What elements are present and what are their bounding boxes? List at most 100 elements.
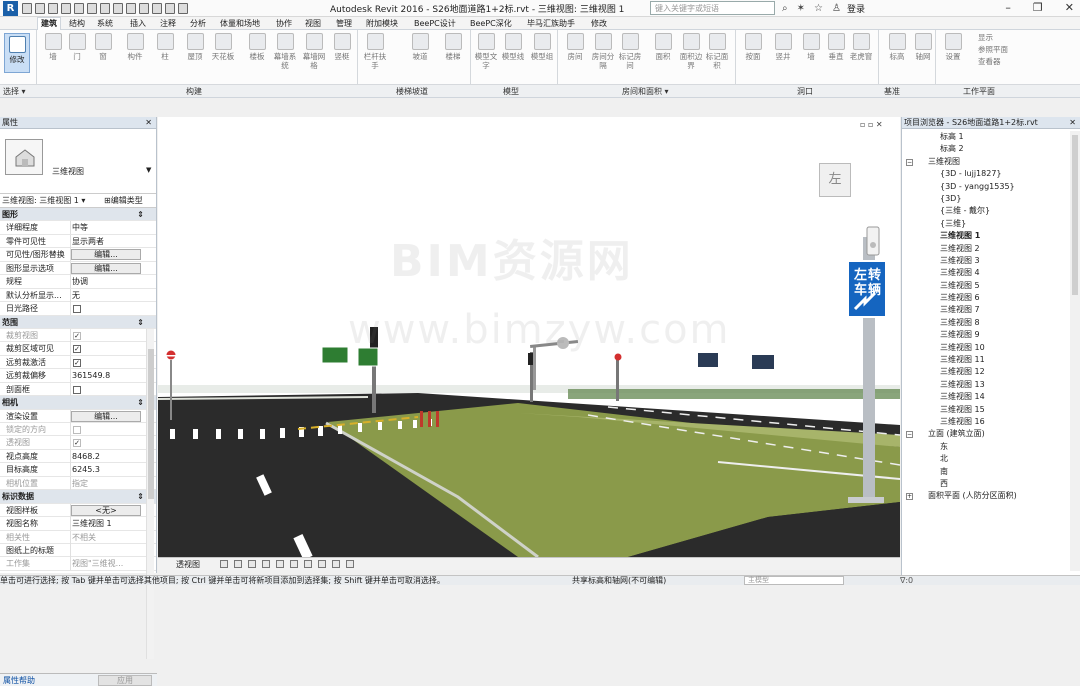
collapse-toggle-icon[interactable]: ⇕ bbox=[137, 490, 144, 503]
property-row[interactable]: 远剪裁激活 ✓ bbox=[0, 355, 156, 370]
property-value[interactable]: 361549.8 bbox=[72, 369, 110, 382]
browser-item[interactable]: 三维视图 16 bbox=[902, 416, 1080, 428]
checkbox[interactable]: ✓ bbox=[73, 358, 81, 367]
close-icon[interactable]: ✕ bbox=[1065, 0, 1074, 17]
browser-item[interactable]: 三维视图 6 bbox=[902, 292, 1080, 304]
browser-item[interactable]: {3D - yangg1535} bbox=[902, 181, 1080, 193]
thin-lines-icon[interactable] bbox=[165, 3, 175, 14]
ribbon-button-14[interactable]: 楼梯 bbox=[440, 33, 466, 61]
expand-toggle-icon[interactable]: − bbox=[906, 158, 913, 166]
ribbon-button-21[interactable]: 面积 bbox=[650, 33, 676, 61]
property-row[interactable]: 日光路径 bbox=[0, 302, 156, 316]
browser-item[interactable]: 三维视图 1 bbox=[902, 230, 1080, 242]
ribbon-button-33[interactable]: 参照平面 bbox=[978, 45, 1038, 54]
property-row[interactable]: 图纸上的标题 bbox=[0, 543, 156, 558]
ribbon-button-22[interactable]: 面积边界 bbox=[678, 33, 704, 70]
open-icon[interactable] bbox=[22, 3, 32, 14]
lock-icon[interactable] bbox=[332, 560, 340, 568]
ribbon-button-34[interactable]: 查看器 bbox=[978, 57, 1038, 66]
binoculars-icon[interactable]: ⌕ bbox=[782, 3, 788, 14]
edit-button[interactable]: 编辑... bbox=[71, 262, 141, 274]
star-icon[interactable]: ☆ bbox=[814, 3, 823, 14]
ribbon-button-17[interactable]: 模型组 bbox=[529, 33, 555, 61]
ribbon-button-15[interactable]: 模型文字 bbox=[473, 33, 499, 70]
property-row[interactable]: 详细程度 中等 bbox=[0, 221, 156, 235]
search-input[interactable]: 键入关键字或短语 bbox=[650, 1, 775, 15]
ribbon-button-31[interactable]: 设置 bbox=[940, 33, 966, 61]
property-value[interactable]: 三维视图 1 bbox=[72, 517, 112, 530]
tab-5[interactable]: 分析 bbox=[190, 18, 206, 29]
ribbon-group-0[interactable]: 选择 ▾ bbox=[3, 86, 26, 97]
ribbon-button-8[interactable]: 楼板 bbox=[244, 33, 270, 61]
ribbon-button-13[interactable]: 坡道 bbox=[407, 33, 433, 61]
ribbon-button-2[interactable]: 门 bbox=[64, 33, 90, 61]
ribbon-button-16[interactable]: 模型线 bbox=[500, 33, 526, 61]
browser-item[interactable]: {三维} bbox=[902, 218, 1080, 230]
property-row[interactable]: 视图样板 <无> bbox=[0, 503, 156, 518]
chevron-down-icon[interactable]: ▼ bbox=[146, 166, 151, 174]
tab-7[interactable]: 协作 bbox=[276, 18, 292, 29]
browser-item[interactable]: + 面积平面 (人防分区面积) bbox=[902, 490, 1080, 502]
browser-item[interactable]: 南 bbox=[902, 466, 1080, 478]
browser-item[interactable]: {3D - lujj1827} bbox=[902, 168, 1080, 180]
property-row[interactable]: 裁剪视图 ✓ bbox=[0, 328, 156, 343]
ribbon-button-9[interactable]: 幕墙系统 bbox=[272, 33, 298, 70]
ribbon-button-1[interactable]: 墙 bbox=[40, 33, 66, 61]
property-row[interactable]: 渲染设置 编辑... bbox=[0, 409, 156, 423]
ribbon-button-26[interactable]: 墙 bbox=[798, 33, 824, 61]
close-hidden-icon[interactable] bbox=[178, 3, 188, 14]
browser-item[interactable]: 三维视图 5 bbox=[902, 280, 1080, 292]
viewcube[interactable]: 左 bbox=[819, 163, 851, 197]
tab-14[interactable]: 修改 bbox=[591, 18, 607, 29]
print-icon[interactable] bbox=[87, 3, 97, 14]
browser-item[interactable]: 三维视图 9 bbox=[902, 329, 1080, 341]
property-value[interactable]: 6245.3 bbox=[72, 463, 100, 476]
ribbon-button-27[interactable]: 垂直 bbox=[823, 33, 849, 61]
browser-item[interactable]: 三维视图 10 bbox=[902, 342, 1080, 354]
tab-1[interactable]: 结构 bbox=[69, 18, 85, 29]
browser-item[interactable]: 三维视图 2 bbox=[902, 243, 1080, 255]
property-row[interactable]: 目标高度 6245.3 bbox=[0, 463, 156, 477]
browser-item[interactable]: 三维视图 4 bbox=[902, 267, 1080, 279]
property-row[interactable]: 剖面框 bbox=[0, 382, 156, 397]
browser-item[interactable]: {3D} bbox=[902, 193, 1080, 205]
property-row[interactable]: 远剪裁偏移 361549.8 bbox=[0, 369, 156, 383]
property-value[interactable]: 协调 bbox=[72, 275, 88, 288]
browser-item[interactable]: 标高 2 bbox=[902, 143, 1080, 155]
browser-item[interactable]: 东 bbox=[902, 441, 1080, 453]
tab-8[interactable]: 视图 bbox=[305, 18, 321, 29]
redo-icon[interactable] bbox=[74, 3, 84, 14]
property-row[interactable]: 图形显示选项 编辑... bbox=[0, 261, 156, 276]
browser-item[interactable]: {三维 - 戴尔} bbox=[902, 205, 1080, 217]
render-icon[interactable] bbox=[290, 560, 298, 568]
apply-button[interactable]: 应用 bbox=[98, 675, 152, 686]
ribbon-button-25[interactable]: 竖井 bbox=[770, 33, 796, 61]
tab-3[interactable]: 插入 bbox=[130, 18, 146, 29]
undo-icon[interactable] bbox=[61, 3, 71, 14]
browser-item[interactable]: − 立面 (建筑立面) bbox=[902, 428, 1080, 440]
tab-0[interactable]: 建筑 bbox=[37, 17, 61, 30]
browser-item[interactable]: 三维视图 8 bbox=[902, 317, 1080, 329]
ribbon-button-24[interactable]: 按面 bbox=[740, 33, 766, 61]
edit-type-button[interactable]: ⊞编辑类型 bbox=[104, 194, 143, 207]
hide-icon[interactable] bbox=[346, 560, 354, 568]
tab-9[interactable]: 管理 bbox=[336, 18, 352, 29]
ribbon-button-0[interactable]: 修改 bbox=[4, 33, 30, 73]
ribbon-button-29[interactable]: 标高 bbox=[884, 33, 910, 61]
properties-help-link[interactable]: 属性帮助 bbox=[3, 675, 35, 686]
checkbox[interactable]: ✓ bbox=[73, 345, 81, 354]
browser-item[interactable]: 三维视图 3 bbox=[902, 255, 1080, 267]
property-value[interactable]: 8468.2 bbox=[72, 450, 100, 463]
property-row[interactable]: 默认分析显示... 无 bbox=[0, 288, 156, 303]
filter-count[interactable]: ∇:0 bbox=[900, 576, 913, 585]
property-row[interactable]: 可见性/图形替换 编辑... bbox=[0, 248, 156, 262]
ribbon-button-10[interactable]: 幕墙网格 bbox=[301, 33, 327, 70]
type-selector[interactable]: 三维视图 ▼ bbox=[0, 129, 156, 194]
browser-item[interactable]: 西 bbox=[902, 478, 1080, 490]
edit-button[interactable]: 编辑... bbox=[71, 410, 141, 422]
property-value[interactable]: 显示两者 bbox=[72, 235, 104, 248]
3d-view-icon[interactable] bbox=[139, 3, 149, 14]
browser-item[interactable]: 三维视图 14 bbox=[902, 391, 1080, 403]
tab-4[interactable]: 注释 bbox=[160, 18, 176, 29]
restore-icon[interactable]: ❐ bbox=[1033, 0, 1043, 17]
